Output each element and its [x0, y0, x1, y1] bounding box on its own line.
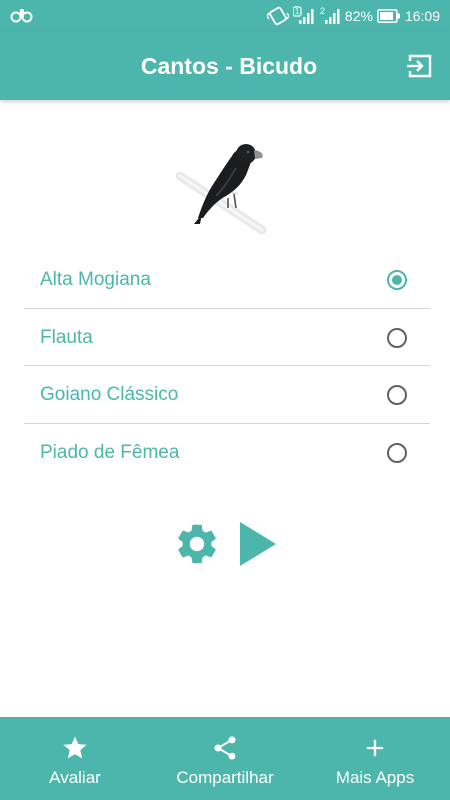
option-label: Alta Mogiana [40, 269, 151, 290]
radio-button[interactable] [387, 442, 407, 463]
share-button[interactable]: Compartilhar [150, 717, 300, 800]
more-apps-button[interactable]: Mais Apps [300, 717, 450, 800]
bird-image [175, 138, 272, 238]
option-alta-mogiana[interactable]: Alta Mogiana [24, 251, 430, 309]
option-label: Piado de Fêmea [40, 441, 180, 463]
battery-percent: 82% [344, 8, 373, 24]
notification-icon [10, 6, 34, 26]
signal-sim2-icon: 2 [319, 6, 341, 26]
radio-button-selected[interactable] [387, 270, 407, 290]
rate-button[interactable]: Avaliar [0, 717, 150, 800]
option-label: Flauta [40, 326, 93, 348]
signal-sim1-icon: 1 [292, 6, 315, 26]
more-apps-label: Mais Apps [335, 768, 415, 787]
option-label: Goiano Clássico [40, 384, 179, 405]
play-icon [240, 522, 276, 566]
option-goiano-classico[interactable]: Goiano Clássico [24, 366, 430, 424]
gear-icon [178, 524, 216, 564]
status-bar: 1 2 82% 16:09 [0, 0, 450, 32]
exit-button[interactable] [404, 50, 436, 82]
bottom-navigation: Avaliar Compartilhar Mais Apps [0, 717, 450, 800]
plus-icon [366, 739, 384, 757]
clock: 16:09 [404, 8, 440, 24]
radio-button[interactable] [387, 327, 407, 348]
share-label: Compartilhar [176, 768, 274, 787]
option-piado-de-femea[interactable]: Piado de Fêmea [24, 424, 430, 482]
song-options-list: Alta Mogiana Flauta Goiano Clássico Piad… [24, 251, 430, 481]
battery-icon [376, 9, 401, 23]
radio-button[interactable] [387, 385, 407, 405]
sim2-label: 2 [319, 6, 325, 16]
app-bar: Cantos - Bicudo [0, 32, 450, 100]
rate-label: Avaliar [49, 768, 101, 787]
star-icon [63, 736, 87, 759]
option-flauta[interactable]: Flauta [24, 309, 430, 366]
page-title: Cantos - Bicudo [140, 53, 318, 79]
sim1-label: 1 [294, 7, 300, 16]
share-icon [214, 736, 236, 760]
settings-button[interactable] [173, 520, 221, 568]
exit-icon [407, 54, 432, 78]
vibrate-icon [266, 6, 289, 26]
play-button[interactable] [236, 518, 278, 570]
